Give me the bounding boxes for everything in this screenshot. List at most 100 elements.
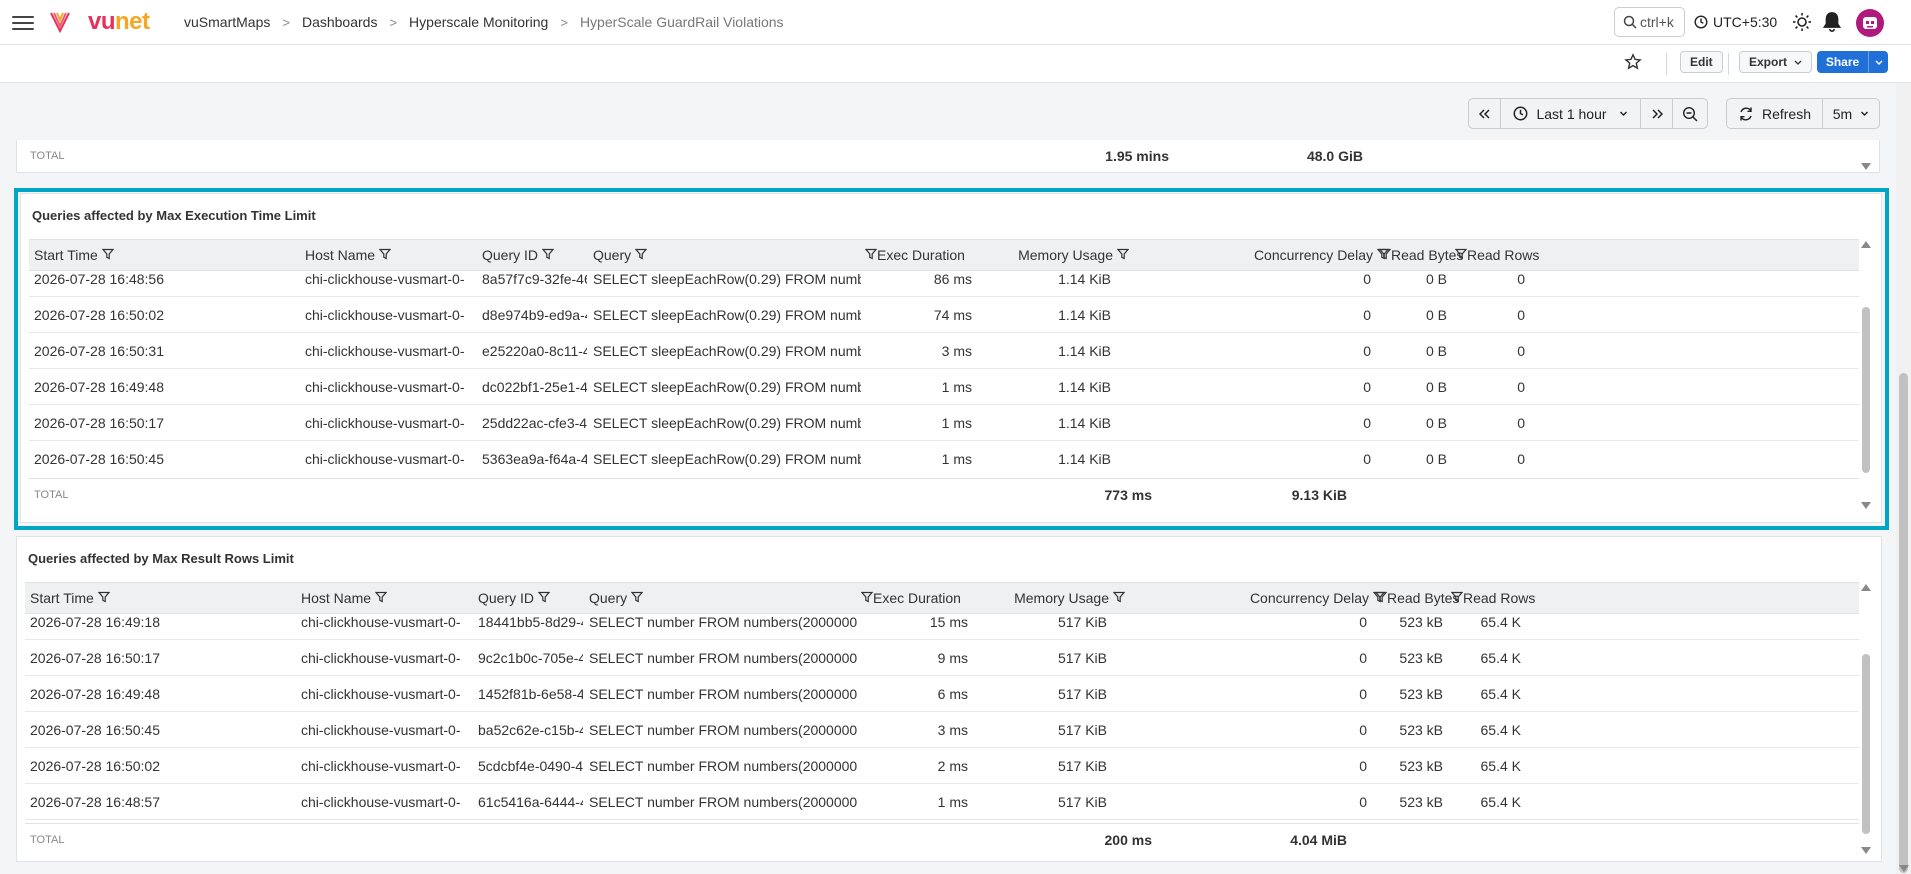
cell-exec-duration: 74 ms [933,307,972,323]
filter-icon[interactable] [1378,240,1392,270]
clock-icon [1694,15,1708,29]
column-header-read-rows[interactable]: Read Rows [1447,583,1539,613]
filter-icon[interactable] [1450,583,1464,613]
refresh-interval-select[interactable]: 5m [1823,99,1879,128]
cell-query-id: 5cdcbf4e-0490-463 [478,758,583,774]
column-header-start-time[interactable]: Start Time [34,240,274,270]
column-header-label: Query [593,247,632,263]
panel-scrollbar[interactable] [1859,582,1873,856]
cell-host-name: chi-clickhouse-vusmart-0-0-0 [301,650,461,666]
table-row[interactable]: 2026-07-28 16:50:02 chi-clickhouse-vusmar… [25,748,1859,784]
column-header-read-rows[interactable]: Read Rows [1451,240,1543,270]
table-row[interactable]: 2026-07-28 16:49:48 chi-clickhouse-vusmar… [29,369,1859,405]
filter-icon[interactable] [1374,583,1388,613]
filter-icon[interactable] [97,583,111,613]
result-rows-limit-panel: Queries affected by Max Result Rows Limi… [16,536,1882,862]
column-header-exec-duration[interactable]: Exec Duration [861,240,990,270]
scrollbar-thumb[interactable] [1862,654,1870,834]
column-header-exec-duration[interactable]: Exec Duration [857,583,986,613]
scroll-down-icon[interactable] [1861,163,1871,170]
filter-icon[interactable] [537,583,551,613]
time-range-picker[interactable]: Last 1 hour [1501,99,1641,128]
user-avatar[interactable] [1856,9,1884,37]
scrollbar-thumb[interactable] [1862,307,1870,473]
table-row[interactable]: 2026-07-28 16:48:57 chi-clickhouse-vusmar… [25,784,1859,820]
cell-memory-usage: 1.14 KiB [1058,271,1111,287]
filter-icon[interactable] [541,240,555,270]
filter-icon[interactable] [1112,583,1125,613]
cell-read-rows: 0 [1517,451,1525,467]
table-row[interactable]: 2026-07-28 16:50:02 chi-clickhouse-vusmar… [29,297,1859,333]
cell-read-rows: 65.4 K [1480,686,1521,702]
refresh-label: Refresh [1761,105,1812,122]
column-header-concurrency-delay[interactable]: Concurrency Delay [1225,583,1385,613]
star-icon[interactable] [1624,53,1642,74]
filter-icon[interactable] [101,240,115,270]
table-row[interactable]: 2026-07-28 16:50:45 chi-clickhouse-vusmar… [29,441,1859,476]
page-scrollbar-thumb[interactable] [1899,373,1908,873]
breadcrumb-hyperscale-monitoring[interactable]: Hyperscale Monitoring [409,14,548,30]
filter-icon[interactable] [374,583,388,613]
hamburger-icon[interactable] [12,13,34,31]
filter-icon[interactable] [1116,240,1129,270]
filter-icon[interactable] [378,240,392,270]
filter-icon[interactable] [1454,240,1468,270]
panel-scrollbar[interactable] [1859,239,1873,511]
column-header-label: Query ID [478,590,535,606]
timezone-selector[interactable]: UTC+5:30 [1694,14,1777,30]
cell-memory-usage: 517 KiB [1057,614,1107,630]
cell-query-id: ba52c62e-c15b-46 [478,722,583,738]
column-header-memory-usage[interactable]: Memory Usage [975,583,1125,613]
vunet-logo-icon [47,9,73,38]
filter-icon[interactable] [634,240,648,270]
table-row[interactable]: 2026-07-28 16:50:31 chi-clickhouse-vusmar… [29,333,1859,369]
search-icon [1623,15,1637,29]
share-dropdown-chevron-down-icon[interactable] [1868,51,1888,73]
table-row[interactable]: 2026-07-28 16:49:48 chi-clickhouse-vusmar… [25,676,1859,712]
table-row[interactable]: 2026-07-28 16:49:18 chi-clickhouse-vusmar… [25,614,1859,640]
cell-query: SELECT number FROM numbers(2000000) FORM… [589,794,857,810]
table-row[interactable]: 2026-07-28 16:50:45 chi-clickhouse-vusmar… [25,712,1859,748]
time-shift-back-button[interactable] [1469,99,1501,128]
page-scrollbar[interactable] [1896,83,1911,874]
column-header-label: Concurrency Delay [1253,247,1373,263]
column-header-query[interactable]: Query [593,240,861,270]
column-header-start-time[interactable]: Start Time [30,583,270,613]
breadcrumb-dashboards[interactable]: Dashboards [302,14,378,30]
edit-button[interactable]: Edit [1680,51,1723,73]
filter-icon[interactable] [864,240,878,270]
cell-concurrency-delay: 0 [1359,794,1367,810]
refresh-controls: Refresh 5m [1726,98,1880,129]
scroll-up-icon[interactable] [1861,584,1871,591]
column-header-query-id[interactable]: Query ID [478,583,583,613]
breadcrumb-vusmartmaps[interactable]: vuSmartMaps [184,14,270,30]
filter-icon[interactable] [630,583,644,613]
scroll-down-icon[interactable] [1861,502,1871,509]
cell-read-rows: 0 [1517,307,1525,323]
sun-icon[interactable] [1792,12,1812,35]
refresh-button[interactable]: Refresh [1727,99,1823,128]
table-row[interactable]: 2026-07-28 16:50:17 chi-clickhouse-vusmar… [25,640,1859,676]
cell-concurrency-delay: 0 [1363,271,1371,287]
time-shift-forward-button[interactable] [1641,99,1673,128]
export-button[interactable]: Export [1739,51,1813,73]
cell-read-rows: 65.4 K [1480,758,1521,774]
filter-icon[interactable] [860,583,874,613]
scroll-up-icon[interactable] [1861,241,1871,248]
column-header-host-name[interactable]: Host Name [301,583,461,613]
column-header-query-id[interactable]: Query ID [482,240,587,270]
column-header-concurrency-delay[interactable]: Concurrency Delay [1229,240,1389,270]
cell-start-time: 2026-07-28 16:50:02 [34,307,164,323]
scroll-down-icon[interactable] [1899,865,1909,872]
column-header-host-name[interactable]: Host Name [305,240,465,270]
zoom-out-button[interactable] [1673,99,1707,128]
column-header-memory-usage[interactable]: Memory Usage [979,240,1129,270]
table-row[interactable]: 2026-07-28 16:50:17 chi-clickhouse-vusmar… [29,405,1859,441]
share-button[interactable]: Share [1817,51,1888,73]
column-header-query[interactable]: Query [589,583,857,613]
panel-scrollbar[interactable] [1859,140,1873,172]
search-button[interactable]: ctrl+k [1614,7,1685,37]
bell-icon[interactable] [1822,11,1842,36]
table-row[interactable]: 2026-07-28 16:48:56 chi-clickhouse-vusmar… [29,271,1859,297]
scroll-down-icon[interactable] [1861,847,1871,854]
